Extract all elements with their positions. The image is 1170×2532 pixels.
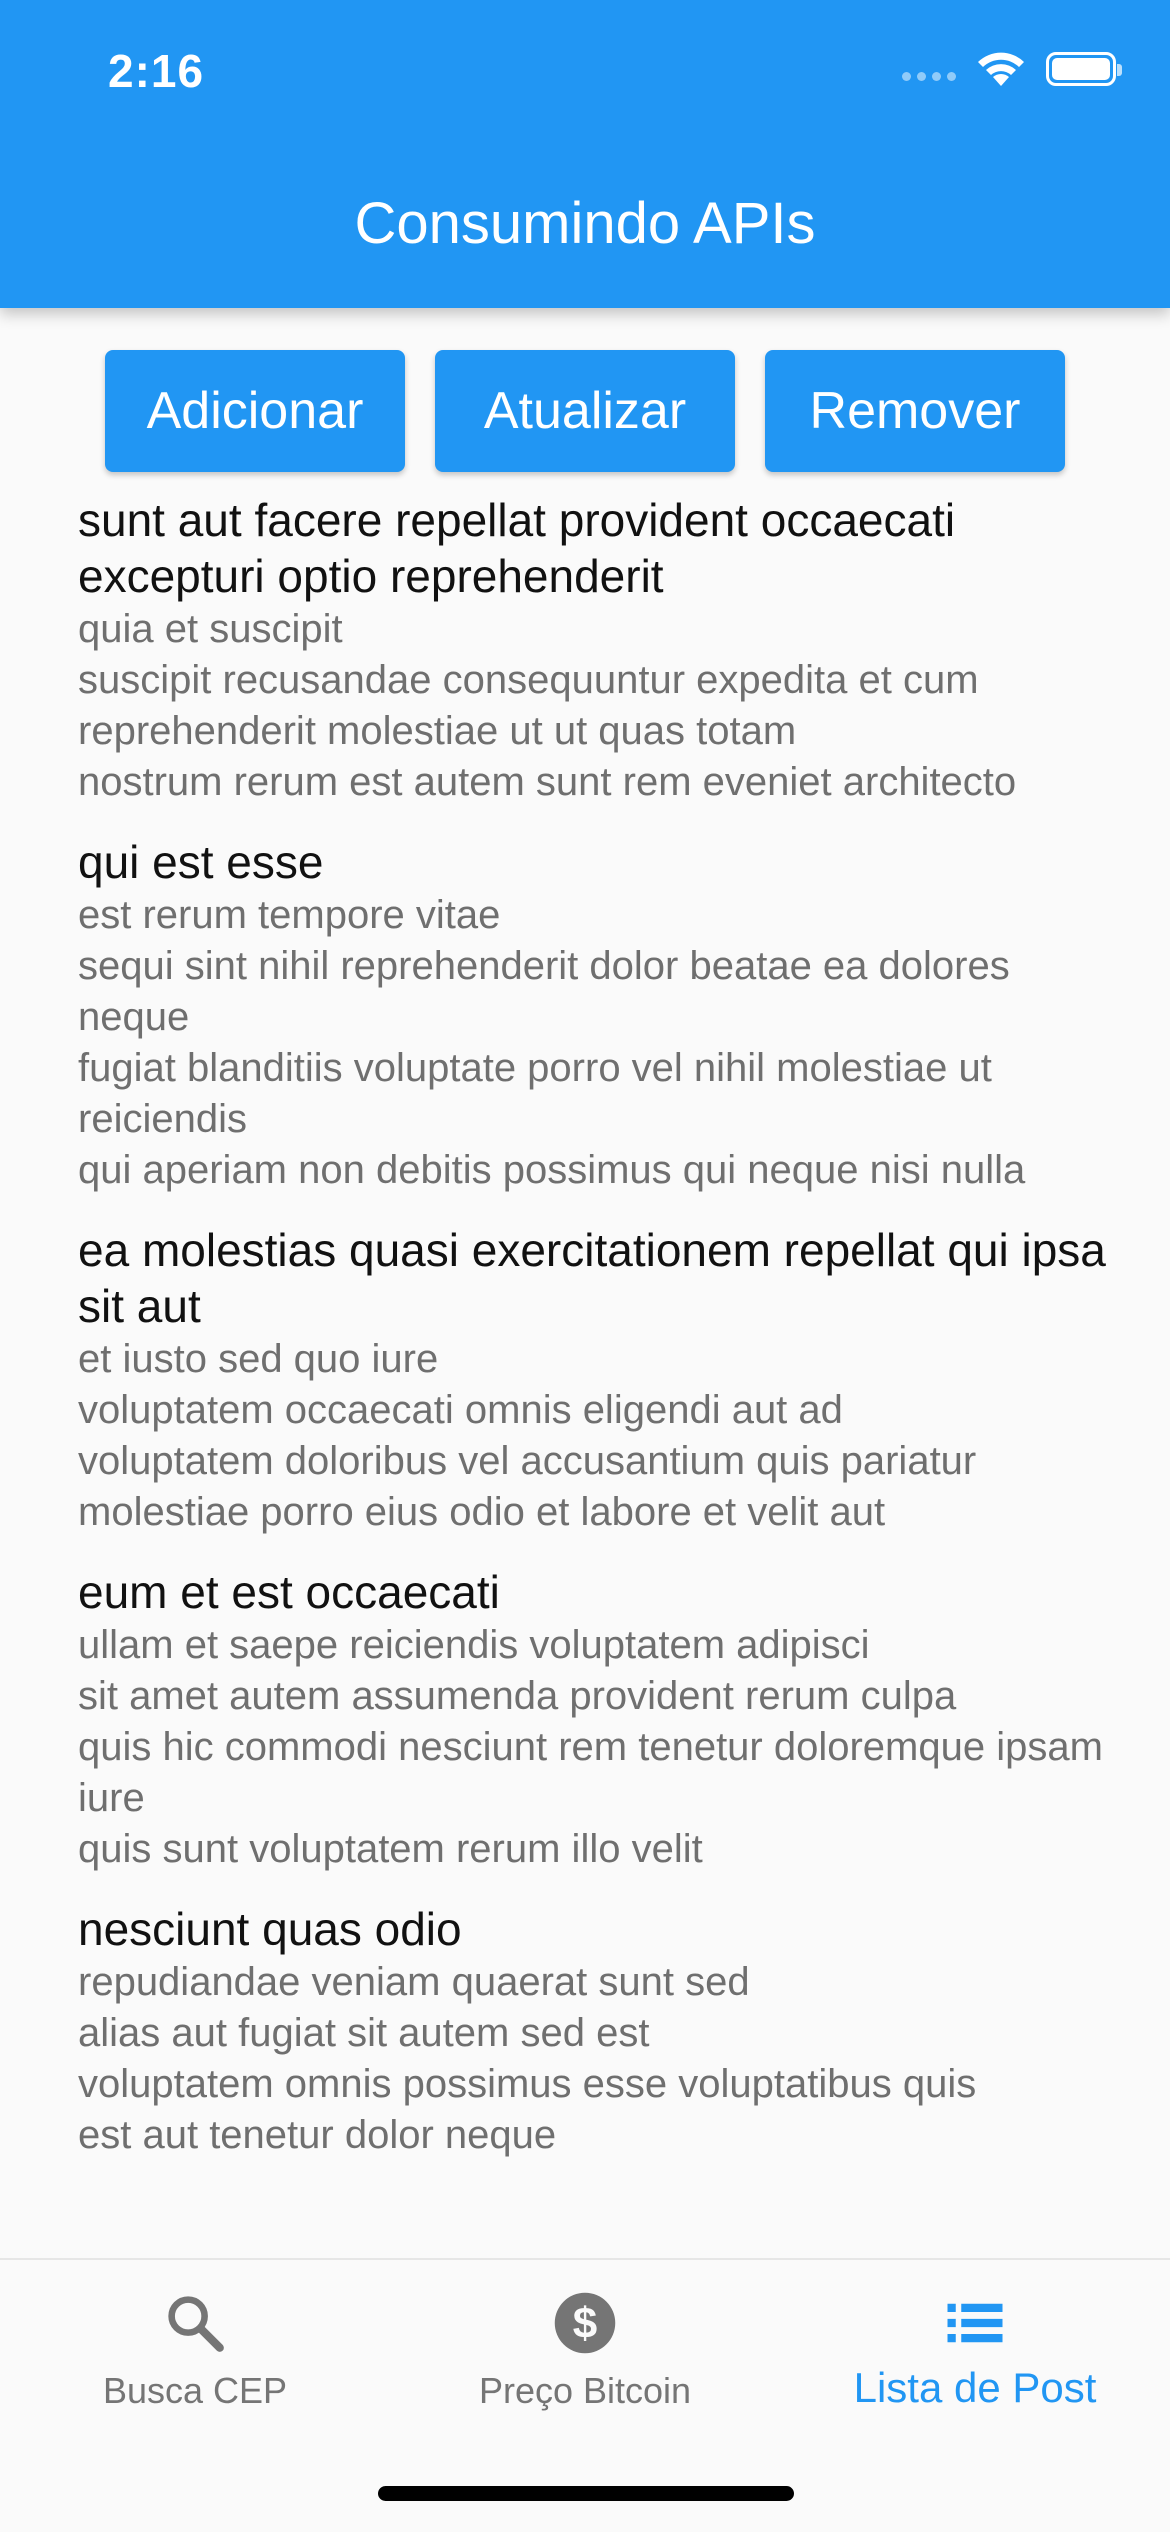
nav-item-preco-bitcoin[interactable]: $ Preço Bitcoin [390,2290,780,2412]
post-title: qui est esse [78,836,324,888]
post-body: ullam et saepe reiciendis voluptatem adi… [78,1623,1103,1871]
post-title: ea molestias quasi exercitationem repell… [78,1224,1106,1332]
remove-button[interactable]: Remover [765,350,1065,472]
battery-icon [1046,52,1122,86]
status-icons [902,50,1122,88]
list-icon [947,2303,1003,2343]
action-buttons: Adicionar Atualizar Remover [0,350,1170,472]
signal-dots-icon [902,71,956,81]
list-item: sunt aut facere repellat provident occae… [78,492,1108,808]
wifi-icon [978,52,1024,86]
post-body: et iusto sed quo iure voluptatem occaeca… [78,1337,977,1534]
update-button[interactable]: Atualizar [435,350,735,472]
post-body: quia et suscipit suscipit recusandae con… [78,607,1017,804]
list-item: eum et est occaecati ullam et saepe reic… [78,1564,1108,1875]
post-title: nesciunt quas odio [78,1903,462,1955]
post-title: sunt aut facere repellat provident occae… [78,494,956,602]
svg-text:$: $ [573,2299,597,2348]
post-list[interactable]: sunt aut facere repellat provident occae… [78,492,1108,2230]
nav-label: Lista de Post [853,2364,1097,2411]
post-title: eum et est occaecati [78,1566,500,1618]
post-body: repudiandae veniam quaerat sunt sed alia… [78,1960,977,2157]
post-body: est rerum tempore vitae sequi sint nihil… [78,893,1026,1192]
search-icon [168,2296,224,2352]
nav-label: Preço Bitcoin [478,2370,692,2411]
list-item: ea molestias quasi exercitationem repell… [78,1222,1108,1538]
status-time: 2:16 [108,45,205,97]
nav-item-lista-de-post[interactable]: Lista de Post [780,2290,1170,2412]
home-indicator [378,2486,794,2501]
list-item: nesciunt quas odio repudiandae veniam qu… [78,1901,1108,2161]
dollar-circle-icon: $ [554,2292,616,2354]
nav-item-busca-cep[interactable]: Busca CEP [0,2290,390,2412]
page-title: Consumindo APIs [354,191,816,256]
nav-label: Busca CEP [102,2370,288,2411]
list-item: qui est esse est rerum tempore vitae seq… [78,834,1108,1196]
app-bar: 2:16 Consumindo APIs [0,0,1170,308]
add-button[interactable]: Adicionar [105,350,405,472]
